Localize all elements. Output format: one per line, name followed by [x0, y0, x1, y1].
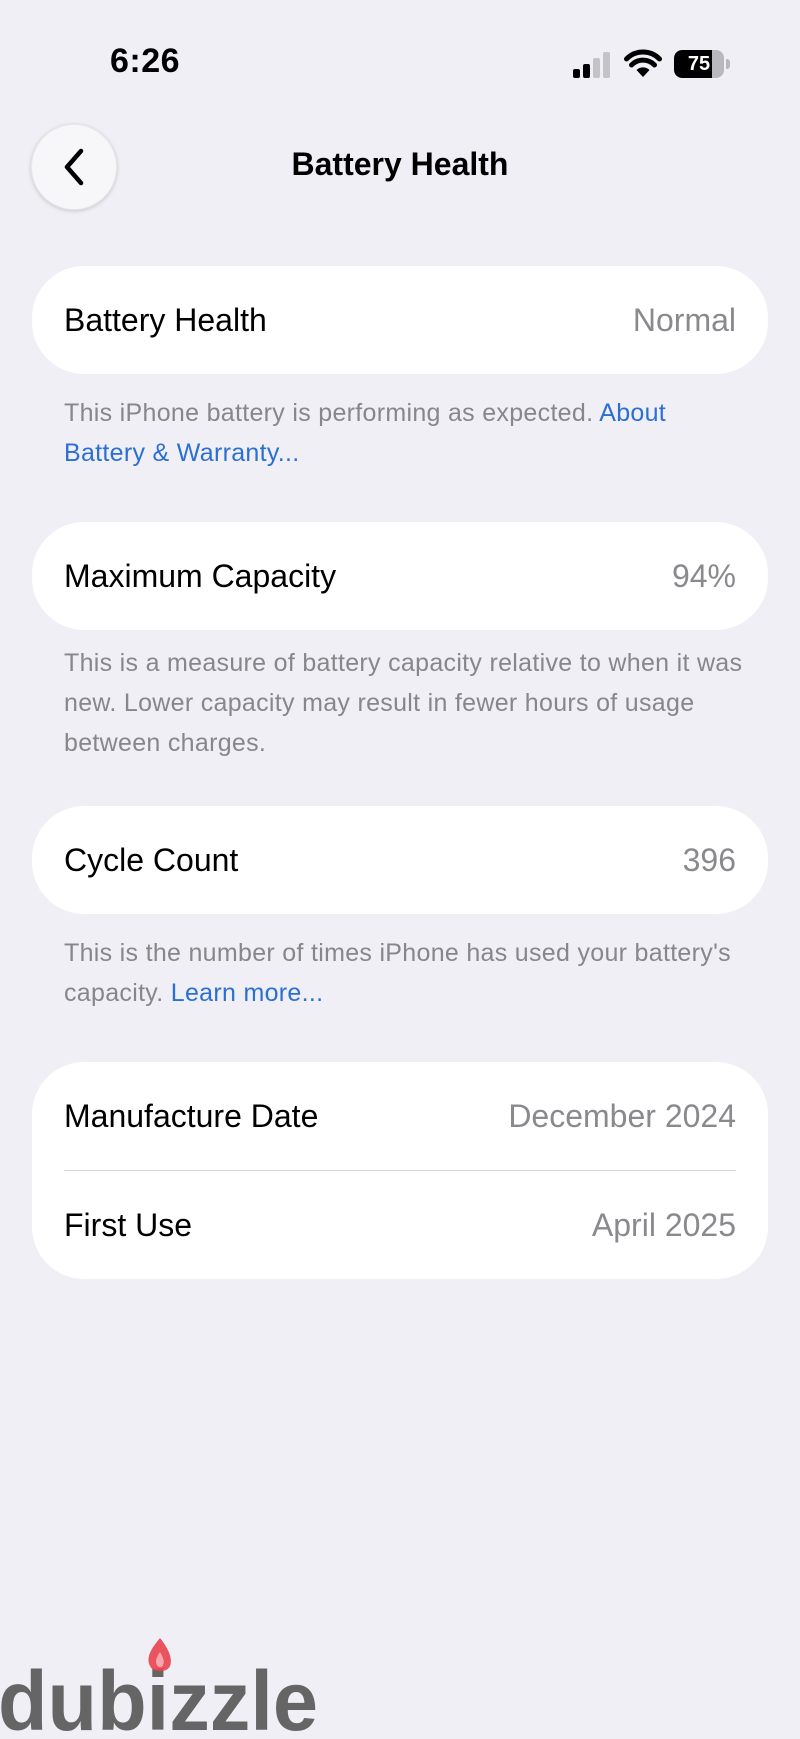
maximum-capacity-footnote: This is a measure of battery capacity re…: [64, 649, 743, 757]
status-time: 6:26: [110, 42, 181, 80]
first-use-value: April 2025: [591, 1206, 736, 1243]
cycle-count-label: Cycle Count: [64, 841, 239, 878]
cycle-count-card: Cycle Count 396: [32, 806, 768, 914]
manufacture-date-row: Manufacture Date December 2024: [32, 1062, 768, 1170]
battery-level-text: 75: [687, 53, 711, 75]
dates-card: Manufacture Date December 2024 First Use…: [32, 1062, 768, 1279]
dubizzle-watermark-logo: dubizzle: [0, 1638, 318, 1739]
status-bar: 6:26 75: [0, 0, 800, 120]
maximum-capacity-row: Maximum Capacity 94%: [32, 522, 768, 630]
battery-health-label: Battery Health: [64, 301, 267, 338]
page-title: Battery Health: [291, 146, 509, 182]
cellular-signal-icon: [573, 52, 610, 78]
maximum-capacity-card: Maximum Capacity 94%: [32, 522, 768, 630]
cycle-count-footnote: This is the number of times iPhone has u…: [64, 933, 744, 1013]
first-use-row: First Use April 2025: [32, 1171, 768, 1279]
battery-icon: 75: [674, 50, 730, 78]
maximum-capacity-value: 94%: [671, 557, 736, 594]
manufacture-date-label: Manufacture Date: [64, 1097, 319, 1134]
battery-health-footnote-text: This iPhone battery is performing as exp…: [64, 399, 594, 427]
battery-health-value: Normal: [632, 301, 736, 338]
maximum-capacity-label: Maximum Capacity: [64, 557, 337, 594]
manufacture-date-value: December 2024: [508, 1097, 736, 1134]
cycle-count-value: 396: [682, 841, 736, 878]
battery-health-footnote: This iPhone battery is performing as exp…: [64, 393, 744, 473]
cycle-count-row: Cycle Count 396: [32, 806, 768, 914]
cycle-count-footnote-text: This is the number of times iPhone has u…: [64, 939, 731, 1007]
battery-health-card: Battery Health Normal: [32, 266, 768, 374]
first-use-label: First Use: [64, 1206, 192, 1243]
learn-more-link[interactable]: Learn more...: [171, 979, 324, 1007]
battery-health-row: Battery Health Normal: [32, 266, 768, 374]
wifi-icon: [624, 49, 662, 77]
